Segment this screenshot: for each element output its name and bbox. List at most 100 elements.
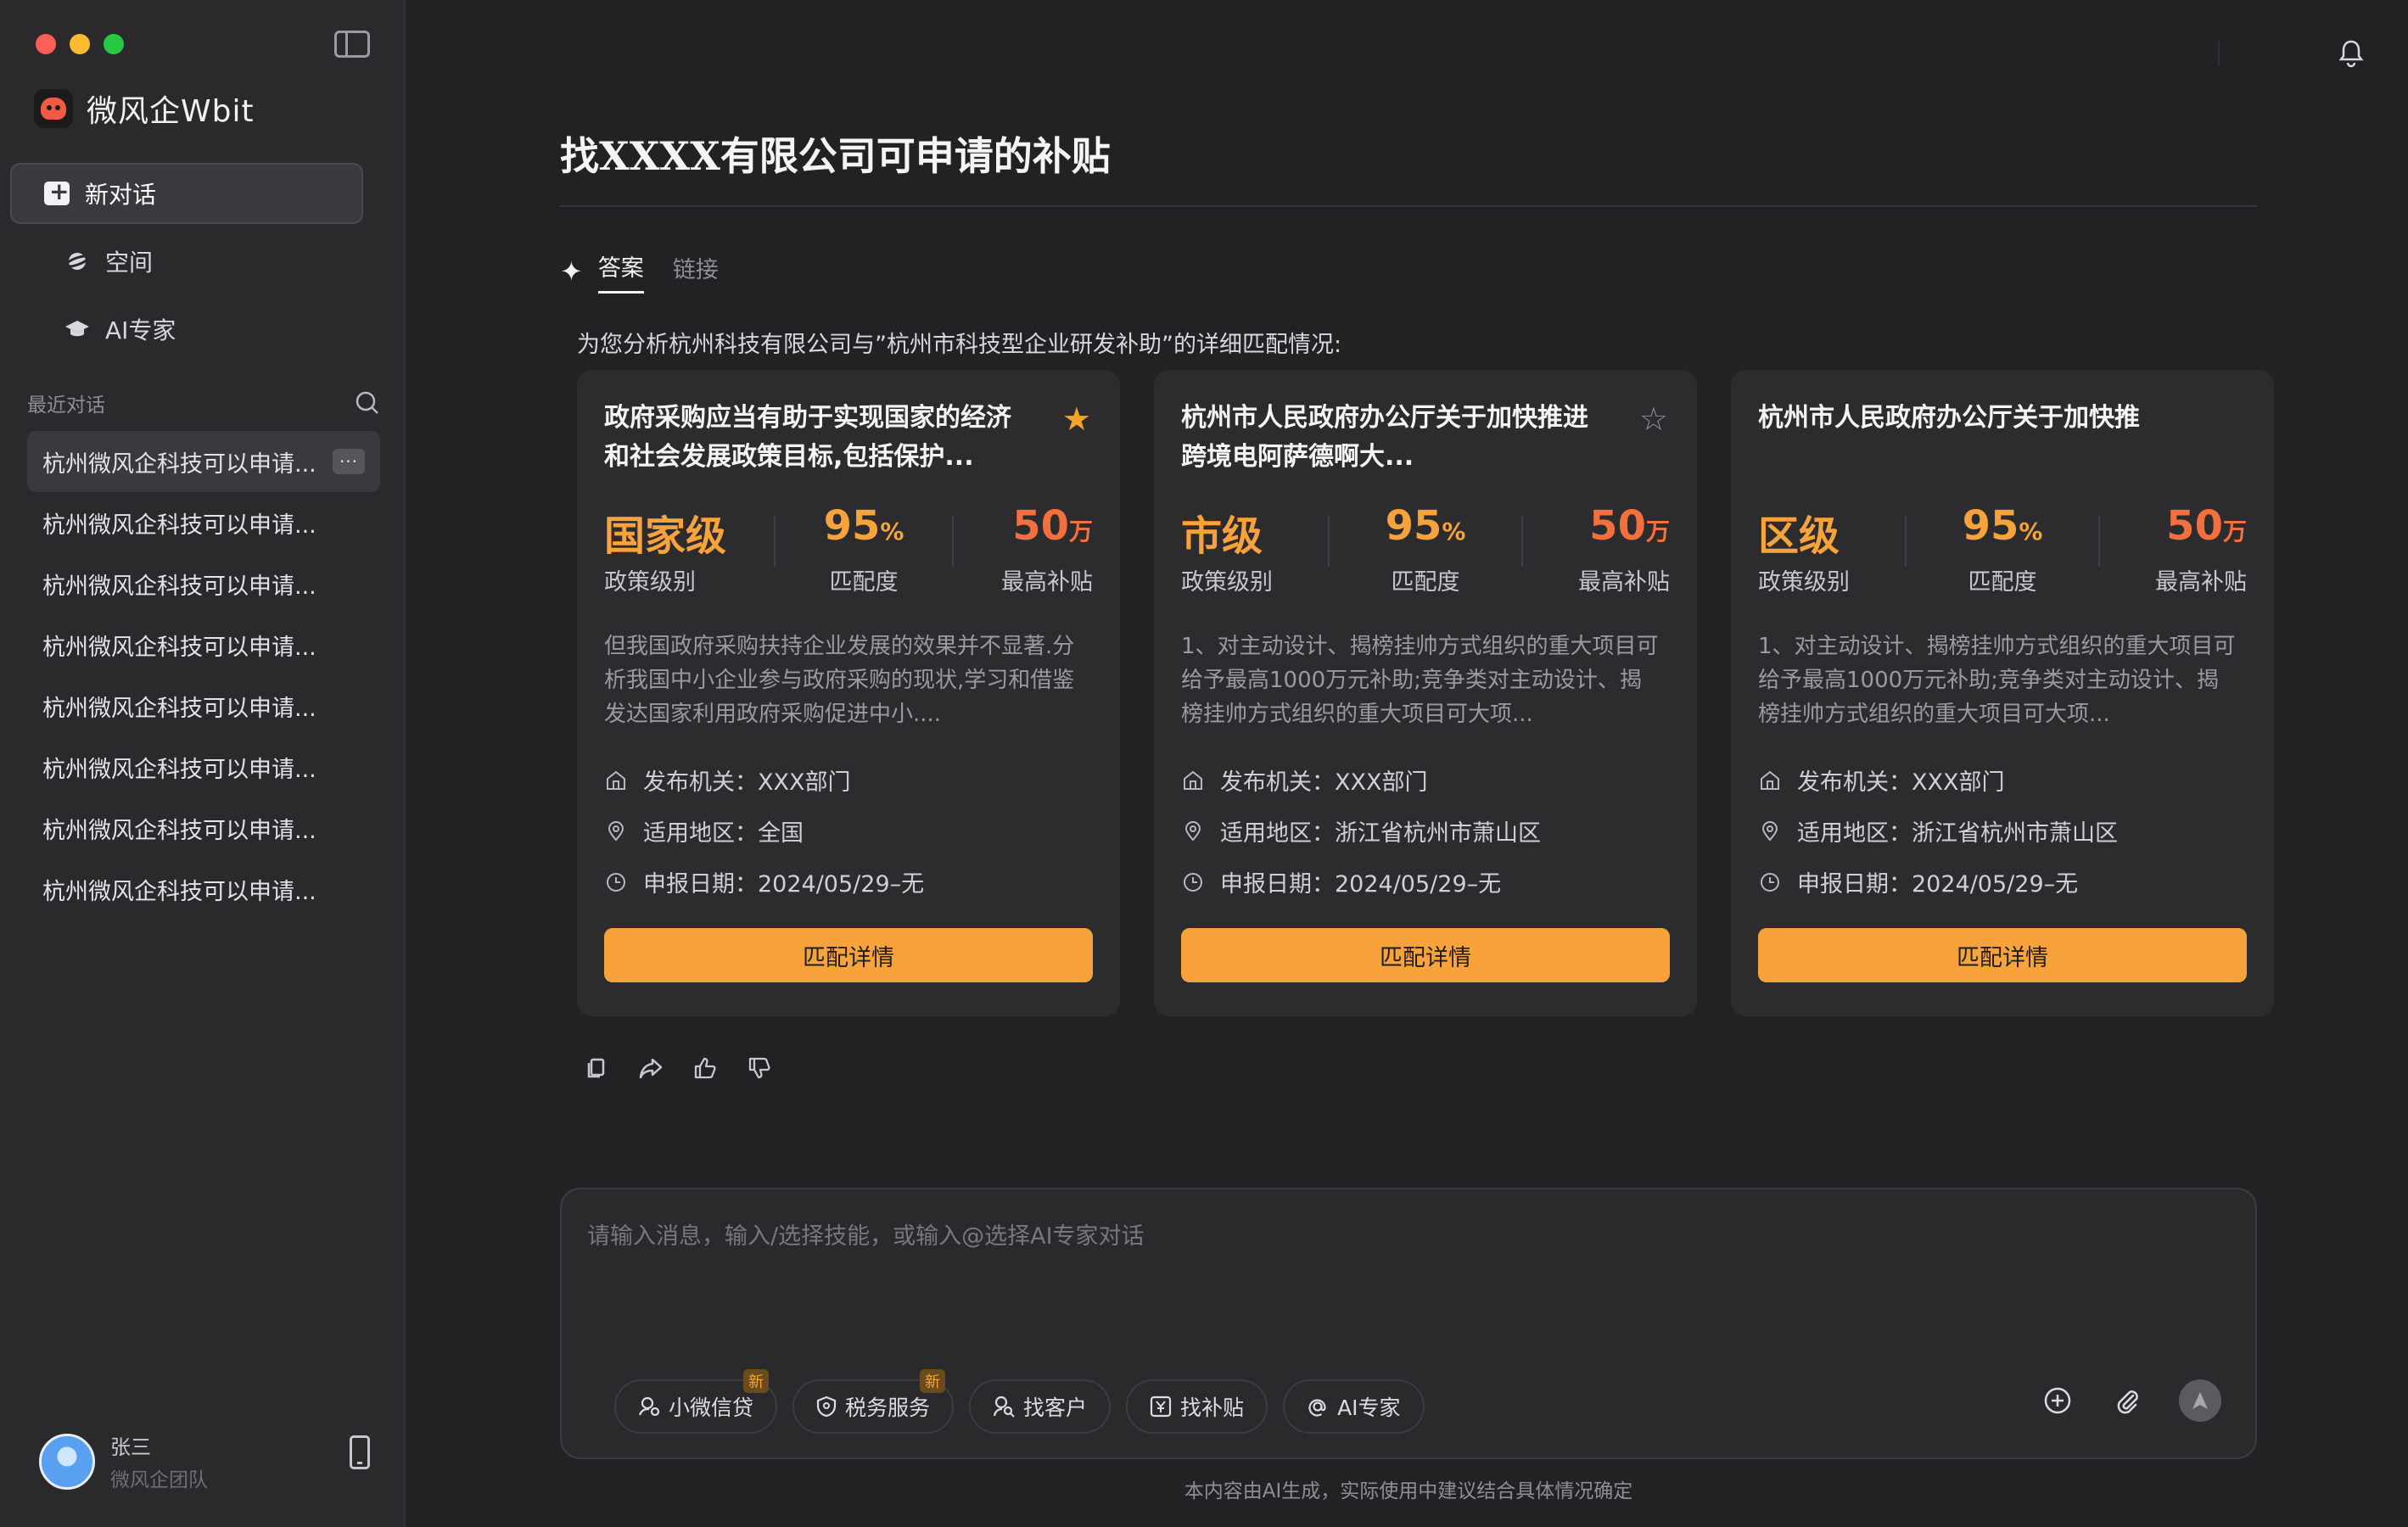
date-row: 申报日期：2024/05/29–无 [604, 865, 924, 898]
clock-icon [1758, 870, 1782, 894]
recent-conversation-item[interactable]: 杭州微风企科技可以申请... [27, 492, 380, 553]
toolbar-divider [2218, 41, 2220, 66]
amount-unit: 万 [1068, 517, 1093, 545]
policy-card[interactable]: 杭州市人民政府办公厅关于加快推进跨境电阿萨德啊大... ☆ 市级 政策级别 95… [1154, 370, 1697, 1016]
sidebar-item-label: 空间 [105, 249, 154, 277]
date-text: 申报日期：2024/05/29–无 [643, 871, 925, 898]
yen-icon [1150, 1396, 1172, 1418]
region-row: 适用地区：浙江省杭州市萧山区 [1758, 814, 2118, 847]
send-arrow-icon [2192, 1392, 2208, 1409]
skill-chip-find-customer[interactable]: 找客户 [969, 1379, 1112, 1434]
new-chat-label: 新对话 [85, 181, 157, 209]
copy-icon[interactable] [584, 1055, 609, 1081]
building-icon [1758, 769, 1782, 792]
match-label: 匹配度 [829, 569, 899, 596]
share-icon[interactable] [638, 1055, 664, 1081]
match-details-button[interactable]: 匹配详情 [1181, 928, 1670, 982]
chip-label: AI专家 [1337, 1396, 1401, 1420]
tab-answer[interactable]: 答案 [597, 249, 644, 294]
star-outline-icon[interactable]: ☆ [1639, 400, 1668, 438]
recent-conversation-item[interactable]: 杭州微风企科技可以申请... [27, 859, 380, 920]
policy-card[interactable]: 政府采购应当有助于实现国家的经济和社会发展政策目标,包括保护... ★ 国家级 … [577, 370, 1120, 1016]
answer-intro: 为您分析杭州科技有限公司与”杭州市科技型企业研发补助”的详细匹配情况: [577, 332, 1342, 358]
user-profile[interactable]: 张三 微风企团队 [39, 1430, 208, 1492]
recent-title: 最近对话 [27, 394, 105, 417]
building-icon [1181, 769, 1205, 792]
send-button[interactable] [2179, 1379, 2221, 1422]
notification-bell-icon[interactable] [2338, 39, 2364, 68]
region-row: 适用地区：浙江省杭州市萧山区 [1181, 814, 1541, 847]
close-window-button[interactable] [36, 34, 56, 54]
chip-label: 找客户 [1023, 1396, 1088, 1420]
recent-conversation-item[interactable]: 杭州微风企科技可以申请... [27, 797, 380, 859]
chip-label: 找补贴 [1180, 1396, 1245, 1420]
more-options-button[interactable]: ··· [333, 449, 365, 474]
skill-chip-find-subsidy[interactable]: 找补贴 [1126, 1379, 1268, 1434]
new-chat-icon [44, 177, 70, 205]
policy-card[interactable]: 杭州市人民政府办公厅关于加快推 区级 政策级别 95% 匹配度 50万 最高补贴… [1731, 370, 2274, 1016]
issuer-text: 发布机关：XXX部门 [1220, 769, 1428, 796]
ai-disclaimer: 本内容由AI生成，实际使用中建议结合具体情况确定 [1184, 1480, 1633, 1502]
date-text: 申报日期：2024/05/29–无 [1797, 871, 2079, 898]
thumbs-up-icon[interactable] [692, 1055, 718, 1081]
policy-title: 政府采购应当有助于实现国家的经济和社会发展政策目标,包括保护... [604, 403, 1011, 472]
match-unit: % [1442, 517, 1466, 545]
phone-icon[interactable] [350, 1435, 370, 1469]
metric-match: 95% 匹配度 [824, 502, 904, 596]
recent-conversation-item[interactable]: 杭州微风企科技可以申请... [27, 614, 380, 675]
conversation-title: 杭州微风企科技可以申请... [42, 573, 316, 600]
skill-chip-tax-service[interactable]: 税务服务 新 [792, 1369, 955, 1434]
add-circle-icon[interactable] [2040, 1383, 2075, 1418]
planet-icon [64, 249, 90, 274]
match-value: 95 [823, 502, 881, 550]
paperclip-icon[interactable] [2109, 1383, 2145, 1418]
page-title: 找XXXX有限公司可申请的补贴 [560, 133, 1111, 179]
building-icon [604, 769, 628, 792]
match-details-button[interactable]: 匹配详情 [1758, 928, 2247, 982]
sidebar-item-space[interactable]: 空间 [64, 244, 153, 278]
window-controls [36, 34, 124, 54]
region-text: 适用地区：浙江省杭州市萧山区 [1797, 820, 2118, 847]
amount-unit: 万 [1645, 517, 1670, 545]
search-icon[interactable] [355, 390, 380, 416]
conversation-title: 杭州微风企科技可以申请... [42, 695, 316, 722]
amount-label: 最高补贴 [1001, 569, 1093, 596]
recent-conversation-item[interactable]: 杭州微风企科技可以申请... [27, 736, 380, 797]
region-row: 适用地区：全国 [604, 814, 804, 847]
recent-conversation-item[interactable]: 杭州微风企科技可以申请... [27, 553, 380, 614]
match-label: 匹配度 [1968, 569, 2037, 596]
region-text: 适用地区：全国 [643, 820, 804, 847]
recent-conversation-item[interactable]: 杭州微风企科技可以申请... ··· [27, 431, 380, 492]
policy-description: 但我国政府采购扶持企业发展的效果并不显著.分析我国中小企业参与政府采购的现状,学… [604, 634, 1075, 727]
sidebar-toggle-icon[interactable] [334, 31, 370, 58]
sidebar-item-ai-expert[interactable]: AI专家 [64, 312, 176, 346]
match-details-button[interactable]: 匹配详情 [604, 928, 1093, 982]
skill-chip-micro-loan[interactable]: 小微信贷 新 [614, 1369, 778, 1434]
recent-list: 杭州微风企科技可以申请... ··· 杭州微风企科技可以申请... 杭州微风企科… [27, 431, 380, 920]
app-window: 微风企Wbit 新对话 空间 AI专家 最近对话 杭州微风企科技可以申请... [0, 0, 2408, 1527]
new-chat-button[interactable]: 新对话 [10, 163, 363, 224]
policy-title: 杭州市人民政府办公厅关于加快推 [1758, 403, 2140, 433]
minimize-window-button[interactable] [70, 34, 90, 54]
tab-links[interactable]: 链接 [673, 251, 719, 293]
sparkle-icon: ✦ [560, 255, 583, 288]
message-composer: 小微信贷 新 税务服务 新 找客户 找补贴 AI专家 [560, 1188, 2257, 1459]
at-icon [1308, 1399, 1326, 1417]
match-unit: % [2019, 517, 2043, 545]
amount-unit: 万 [2222, 517, 2247, 545]
issuer-text: 发布机关：XXX部门 [643, 769, 851, 796]
thumbs-down-icon[interactable] [747, 1055, 772, 1081]
user-name: 张三 [110, 1435, 151, 1459]
recent-conversation-item[interactable]: 杭州微风企科技可以申请... [27, 675, 380, 736]
metric-level: 市级 政策级别 [1181, 502, 1273, 596]
maximize-window-button[interactable] [104, 34, 124, 54]
skill-chips: 小微信贷 新 税务服务 新 找客户 找补贴 AI专家 [614, 1369, 1425, 1434]
star-filled-icon[interactable]: ★ [1062, 400, 1091, 438]
amount-value: 50 [1012, 502, 1069, 550]
logo-icon [34, 89, 73, 128]
clock-icon [1181, 870, 1205, 894]
metric-match: 95% 匹配度 [1386, 502, 1466, 596]
skill-chip-ai-expert[interactable]: AI专家 [1283, 1379, 1425, 1434]
policy-description: 1、对主动设计、揭榜挂帅方式组织的重大项目可给予最高1000万元补助;竞争类对主… [1758, 634, 2236, 727]
message-input[interactable] [587, 1223, 2199, 1250]
